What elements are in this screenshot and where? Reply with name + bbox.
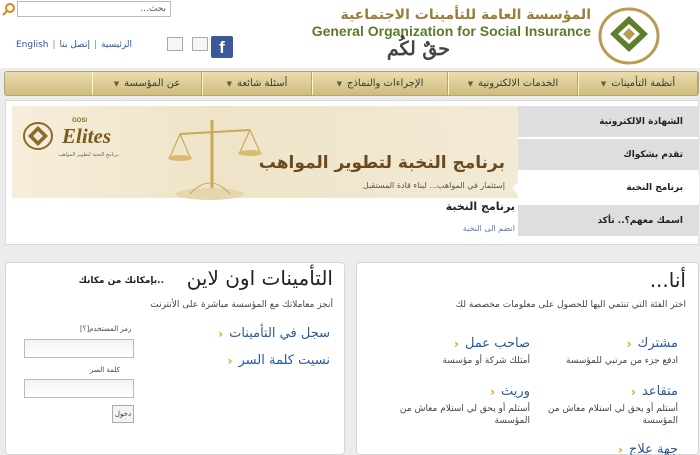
register-link[interactable]: سجل في التأمينات ‹ bbox=[218, 326, 330, 341]
login-button[interactable]: دخول bbox=[112, 405, 134, 423]
chevron-down-icon: ▼ bbox=[467, 79, 474, 88]
password-field[interactable] bbox=[24, 379, 134, 398]
category-treatment-provider[interactable]: جهة علاج ‹ bbox=[528, 442, 678, 455]
divider: | bbox=[52, 40, 56, 50]
online-tagline: ..بإمكانك من مكانك bbox=[78, 276, 164, 286]
join-elites-link[interactable]: انضم الى النخبة bbox=[463, 224, 515, 233]
elites-brand: Elites bbox=[62, 124, 112, 148]
balance-scale-image bbox=[168, 120, 262, 200]
tab-complaint[interactable]: تقدم بشكواك bbox=[518, 139, 699, 171]
facebook-icon[interactable]: f bbox=[211, 36, 233, 58]
banner-subline: إستثمار في المواهب... لبناء قادة المستقب… bbox=[362, 181, 505, 190]
category-title: جهة علاج bbox=[628, 442, 678, 455]
social-icon-broken[interactable] bbox=[192, 37, 208, 51]
home-link[interactable]: الرئيسية bbox=[101, 40, 132, 50]
featured-tabs: الشهادة الالكترونية تقدم بشكواك برنامج ا… bbox=[518, 106, 699, 238]
category-title: صاحب عمل bbox=[464, 336, 530, 351]
category-desc: أستلم أو يحق لي استلام معاش من المؤسسة bbox=[547, 404, 678, 426]
chevron-left-icon: ‹ bbox=[453, 336, 459, 351]
category-employer[interactable]: صاحب عمل ‹ أمتلك شركة أو مؤسسة bbox=[380, 336, 530, 367]
social-icon-broken[interactable] bbox=[167, 37, 183, 51]
english-link[interactable]: English bbox=[16, 40, 49, 50]
main-nav: أنظمة التأمينات ▼ الخدمات الالكترونية ▼ ال… bbox=[4, 71, 699, 96]
forgot-password-label: نسيت كلمة السر bbox=[238, 353, 331, 368]
search-icon[interactable] bbox=[2, 2, 16, 16]
i-am-description: اختر الفئة التي تنتمي اليها للحصول على م… bbox=[455, 300, 686, 310]
org-name-english: General Organization for Social Insuranc… bbox=[311, 23, 591, 39]
chevron-left-icon: ‹ bbox=[626, 336, 632, 351]
chevron-left-icon: ‹ bbox=[227, 353, 233, 368]
panel-title: برنامج النخبة bbox=[445, 200, 515, 213]
category-title: وريث bbox=[501, 384, 530, 399]
chevron-left-icon: ‹ bbox=[490, 384, 496, 399]
tab-check-name[interactable]: اسمك معهم؟.. تأكد bbox=[518, 205, 699, 237]
divider: | bbox=[94, 40, 98, 50]
nav-item-about[interactable]: عن المؤسسة ▼ bbox=[92, 72, 202, 95]
forgot-password-link[interactable]: نسيت كلمة السر ‹ bbox=[228, 353, 330, 368]
nav-label: الخدمات الالكترونية bbox=[478, 78, 559, 89]
nav-label: أنظمة التأمينات bbox=[611, 78, 676, 89]
chevron-left-icon: ‹ bbox=[631, 384, 636, 399]
chevron-down-icon: ▼ bbox=[226, 79, 232, 88]
username-field[interactable] bbox=[24, 339, 134, 358]
nav-label: الإجراءات والنماذج bbox=[346, 78, 424, 89]
nav-label: عن المؤسسة bbox=[124, 78, 181, 89]
elites-logo-icon bbox=[23, 122, 53, 150]
utility-links: English | إتصل بنا | الرئيسية bbox=[16, 40, 132, 54]
nav-item-insurance-systems[interactable]: أنظمة التأمينات ▼ bbox=[578, 72, 698, 95]
register-link-label: سجل في التأمينات bbox=[229, 326, 330, 341]
chevron-down-icon: ▼ bbox=[336, 79, 342, 88]
online-title: التأمينات اون لاين bbox=[186, 266, 333, 290]
org-name-arabic: المؤسسة العامة للتأمينات الاجتماعية bbox=[340, 7, 591, 23]
nav-item-procedures[interactable]: الإجراءات والنماذج ▼ bbox=[312, 72, 448, 95]
elites-tagline: برنامج النخبة لتطوير المواهب bbox=[58, 152, 119, 158]
online-description: أنجز معاملاتك مع المؤسسة مباشرة على الأن… bbox=[150, 300, 333, 310]
category-desc: ادفع جزء من مرتبي للمؤسسة bbox=[566, 356, 678, 366]
chevron-down-icon: ▼ bbox=[600, 79, 607, 88]
chevron-left-icon: ‹ bbox=[618, 442, 623, 455]
category-title: متقاعد bbox=[641, 384, 678, 399]
nav-item-e-services[interactable]: الخدمات الالكترونية ▼ bbox=[448, 72, 578, 95]
username-label: رمز المستخدم[؟] bbox=[80, 325, 132, 333]
chevron-down-icon: ▼ bbox=[113, 79, 120, 88]
org-slogan: حقٌ لكُم bbox=[386, 38, 450, 60]
tab-e-certificate[interactable]: الشهادة الالكترونية bbox=[518, 106, 699, 138]
nav-item-faq[interactable]: أسئلة شائعة ▼ bbox=[202, 72, 312, 95]
category-heir[interactable]: وريث ‹ أستلم أو يحق لي استلام معاش من الم… bbox=[380, 384, 530, 427]
search-input[interactable]: بحث... bbox=[17, 1, 171, 17]
i-am-title: أنا... bbox=[649, 268, 686, 292]
category-retiree[interactable]: متقاعد ‹ أستلم أو يحق لي استلام معاش من ا… bbox=[528, 384, 678, 427]
category-subscriber[interactable]: مشترك ‹ ادفع جزء من مرتبي للمؤسسة bbox=[528, 336, 678, 367]
chevron-left-icon: ‹ bbox=[218, 326, 224, 341]
password-label: كلمة السر bbox=[90, 366, 120, 374]
contact-us-link[interactable]: إتصل بنا bbox=[60, 40, 90, 50]
banner-headline: برنامج النخبة لتطوير المواهب bbox=[258, 153, 505, 173]
active-tab-pointer bbox=[512, 180, 520, 196]
category-desc: أستلم أو يحق لي استلام معاش من المؤسسة bbox=[399, 404, 530, 426]
category-desc: أمتلك شركة أو مؤسسة bbox=[442, 356, 530, 366]
gosi-logo[interactable] bbox=[598, 6, 660, 66]
nav-label: أسئلة شائعة bbox=[236, 78, 288, 89]
tab-elites-program[interactable]: برنامج النخبة bbox=[518, 172, 699, 204]
category-title: مشترك bbox=[637, 336, 678, 351]
